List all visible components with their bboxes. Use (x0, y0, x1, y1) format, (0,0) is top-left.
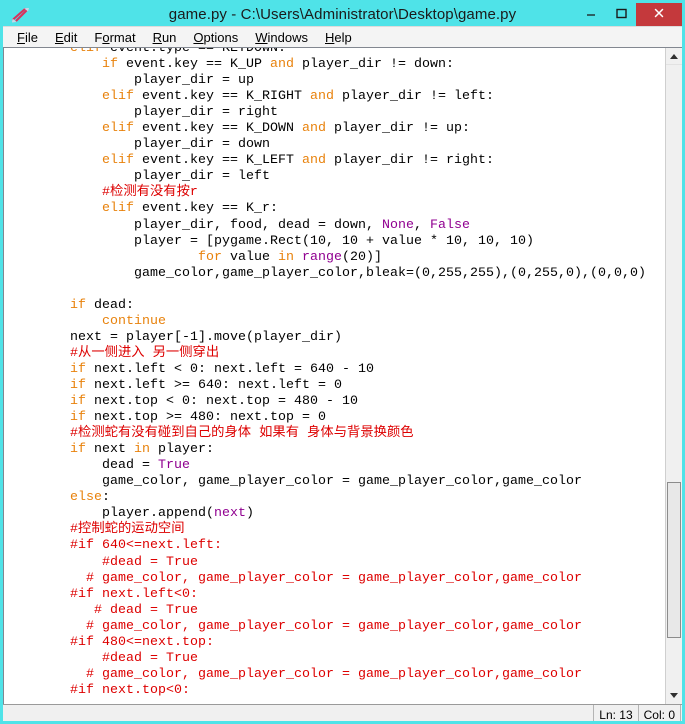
source-code: elif event.type == KEYDOWN: if event.key… (6, 48, 665, 698)
menu-windows[interactable]: Windows (247, 29, 317, 46)
code-line: game_color, game_player_color = game_pla… (6, 473, 582, 489)
code-line: # game_color, game_player_color = game_p… (86, 617, 582, 633)
code-line: player_dir = left (6, 168, 270, 184)
editor-area: elif event.type == KEYDOWN: if event.key… (3, 47, 682, 704)
menu-edit[interactable]: Edit (47, 29, 86, 46)
code-line: else: (70, 489, 110, 505)
code-line: dead = True (6, 457, 190, 473)
window-controls (576, 3, 682, 26)
idle-editor-window: game.py - C:\Users\Administrator\Desktop… (0, 0, 685, 724)
code-line: #if 640<=next.left: (70, 537, 222, 553)
code-line: elif event.key == K_r: (102, 200, 278, 216)
menu-help-label: elp (334, 29, 352, 45)
menu-format-label: rmat (109, 29, 136, 45)
menu-run-label: un (161, 29, 177, 45)
menu-file[interactable]: File (9, 29, 47, 46)
menu-options-label: ptions (203, 29, 239, 45)
code-line: if next.left < 0: next.left = 640 - 10 (70, 360, 374, 376)
menu-format[interactable]: Format (86, 29, 144, 46)
code-line: #if 480<=next.top: (70, 633, 214, 649)
menu-options[interactable]: Options (185, 29, 247, 46)
code-line: if next in player: (70, 441, 214, 457)
menu-file-label: ile (24, 29, 38, 45)
code-line: for value in range(20)] (198, 248, 382, 264)
code-line: player_dir = up (6, 72, 254, 88)
menu-bar: File Edit Format Run Options Windows Hel… (3, 26, 682, 47)
code-line: # dead = True (94, 601, 198, 617)
code-line: if dead: (70, 296, 134, 312)
vertical-scrollbar[interactable] (665, 48, 682, 704)
code-line: player_dir = right (6, 104, 278, 120)
scroll-down-arrow[interactable] (666, 687, 682, 704)
menu-edit-label: dit (63, 29, 78, 45)
scroll-up-arrow[interactable] (666, 48, 682, 65)
code-line: #if next.left<0: (70, 585, 198, 601)
close-button[interactable] (636, 3, 682, 26)
menu-windows-label: indows (267, 29, 308, 45)
code-line: game_color,game_player_color,bleak=(0,25… (6, 264, 646, 280)
code-line: elif event.key == K_LEFT and player_dir … (102, 152, 494, 168)
code-line: #控制蛇的运动空间 (70, 521, 185, 537)
code-line: elif event.type == KEYDOWN: (6, 48, 665, 56)
code-text-area[interactable]: elif event.type == KEYDOWN: if event.key… (4, 48, 665, 704)
menu-run[interactable]: Run (145, 29, 186, 46)
code-line: continue (102, 312, 166, 328)
python-idle-icon (9, 5, 31, 25)
code-line: player.append(next) (6, 505, 254, 521)
minimize-button[interactable] (576, 3, 606, 26)
code-line: if next.top >= 480: next.top = 0 (70, 409, 326, 425)
menu-help[interactable]: Help (317, 29, 361, 46)
code-line: if event.key == K_UP and player_dir != d… (102, 56, 454, 72)
maximize-button[interactable] (606, 3, 636, 26)
code-line: player_dir, food, dead = down, None, Fal… (6, 216, 470, 232)
code-line: elif event.key == K_RIGHT and player_dir… (102, 88, 494, 104)
status-bar: Ln: 13 Col: 0 (3, 704, 682, 721)
title-bar: game.py - C:\Users\Administrator\Desktop… (3, 3, 682, 26)
code-line: #if next.top<0: (70, 681, 190, 697)
code-line: #从一侧进入 另一侧穿出 (70, 344, 220, 360)
scrollbar-thumb[interactable] (667, 482, 681, 639)
code-line: #检测有没有按r (102, 184, 198, 200)
status-column-indicator: Col: 0 (637, 705, 681, 721)
code-line: #检测蛇有没有碰到自己的身体 如果有 身体与背景换颜色 (70, 425, 414, 441)
code-line: # game_color, game_player_color = game_p… (86, 665, 582, 681)
code-line: #dead = True (102, 553, 198, 569)
code-line: #dead = True (102, 649, 198, 665)
code-line: player_dir = down (6, 136, 270, 152)
status-line-indicator: Ln: 13 (593, 705, 638, 721)
code-line: if next.left >= 640: next.left = 0 (70, 376, 342, 392)
code-line: elif event.key == K_DOWN and player_dir … (102, 120, 470, 136)
code-line: if next.top < 0: next.top = 480 - 10 (70, 393, 358, 409)
code-line: next = player[-1].move(player_dir) (6, 328, 342, 344)
code-line: # game_color, game_player_color = game_p… (86, 569, 582, 585)
code-line: player = [pygame.Rect(10, 10 + value * 1… (6, 232, 534, 248)
